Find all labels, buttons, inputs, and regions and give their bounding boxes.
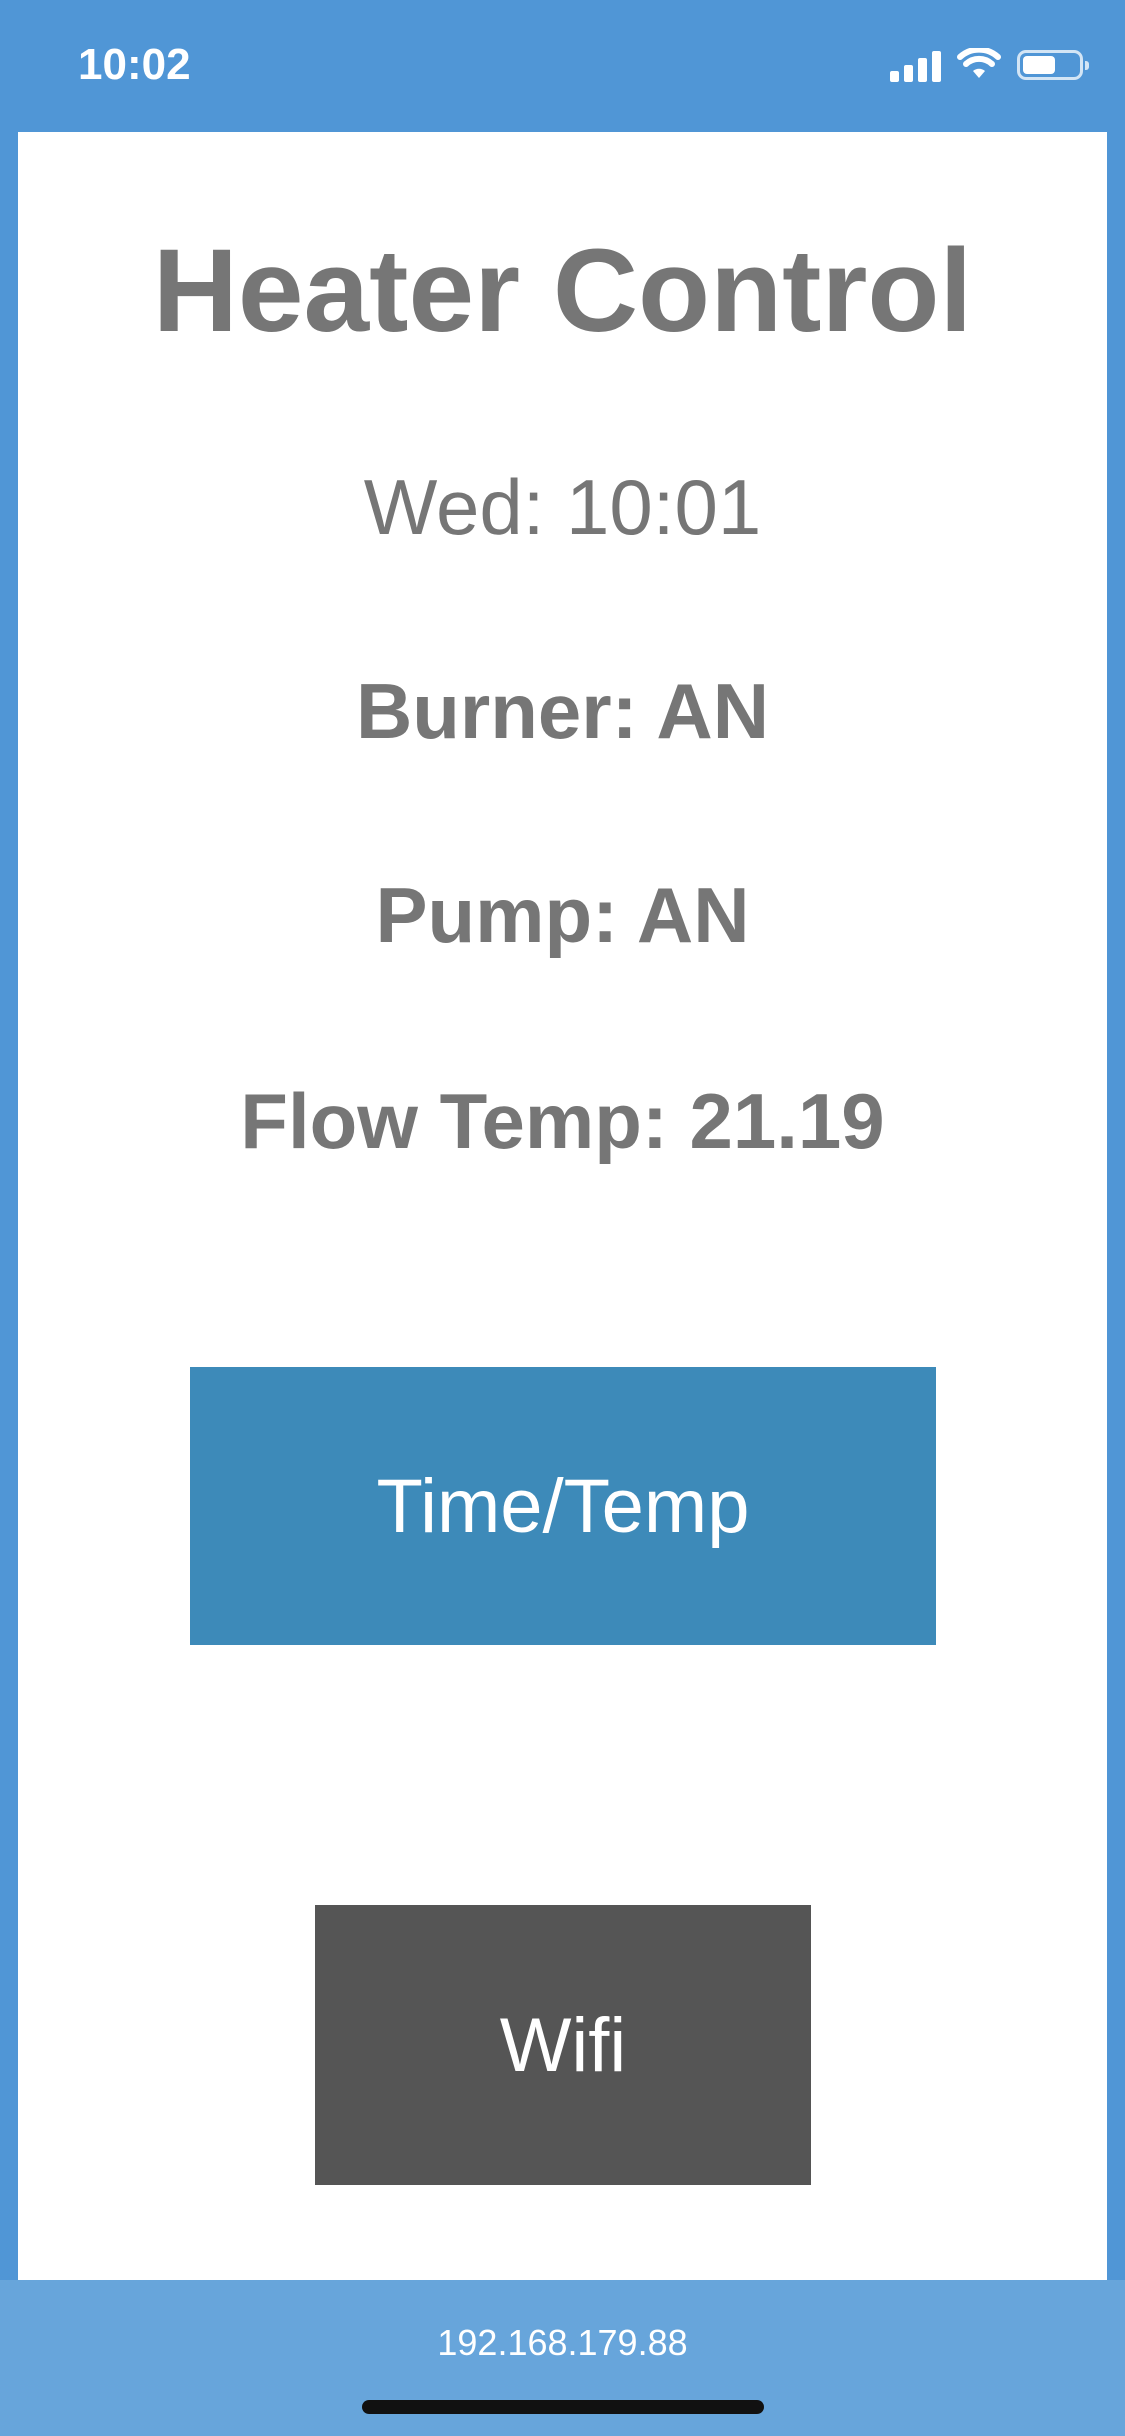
- flow-temp-text: Flow Temp: 21.19: [240, 1077, 885, 1165]
- day-time-text: Wed: 10:01: [363, 463, 762, 551]
- status-bar: 10:02: [0, 0, 1125, 132]
- status-time: 10:02: [78, 40, 191, 89]
- main-card: Heater Control Wed: 10:01 Burner: AN Pum…: [18, 132, 1107, 2280]
- wifi-icon: [957, 48, 1001, 78]
- cellular-signal-icon: [890, 48, 941, 82]
- time-temp-button[interactable]: Time/Temp: [190, 1367, 936, 1645]
- home-indicator[interactable]: [362, 2400, 764, 2414]
- status-icons: [890, 48, 1089, 82]
- page-title: Heater Control: [152, 225, 973, 357]
- battery-icon: [1017, 50, 1089, 80]
- pump-status-text: Pump: AN: [375, 871, 750, 959]
- ip-address-text: 192.168.179.88: [437, 2322, 688, 2363]
- burner-status-text: Burner: AN: [355, 667, 770, 755]
- wifi-button[interactable]: Wifi: [315, 1905, 811, 2185]
- battery-level: [1023, 56, 1055, 74]
- bottom-bar: 192.168.179.88: [0, 2280, 1125, 2436]
